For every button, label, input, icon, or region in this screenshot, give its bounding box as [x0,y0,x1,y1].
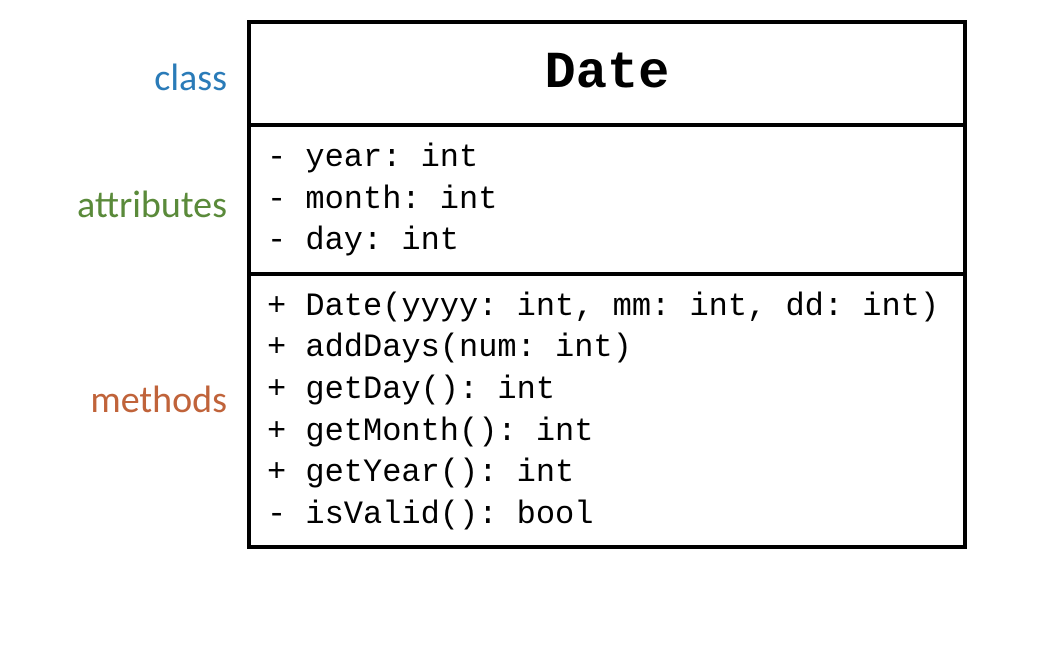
label-class: class [77,20,227,135]
method-row: + getMonth(): int [267,411,947,453]
section-labels-column: class attributes methods [77,20,247,549]
method-row: + addDays(num: int) [267,327,947,369]
class-name-section: Date [251,24,963,123]
uml-class-box: Date - year: int - month: int - day: int… [247,20,967,549]
attribute-row: - year: int [267,137,947,179]
methods-section: + Date(yyyy: int, mm: int, dd: int) + ad… [251,276,963,546]
method-row: - isValid(): bool [267,494,947,536]
label-methods: methods [77,275,227,525]
method-row: + getDay(): int [267,369,947,411]
attribute-row: - day: int [267,220,947,262]
method-row: + getYear(): int [267,452,947,494]
attributes-section: - year: int - month: int - day: int [251,127,963,272]
method-row: + Date(yyyy: int, mm: int, dd: int) [267,286,947,328]
label-attributes: attributes [77,135,227,275]
uml-class-diagram: class attributes methods Date - year: in… [77,20,967,549]
attribute-row: - month: int [267,179,947,221]
